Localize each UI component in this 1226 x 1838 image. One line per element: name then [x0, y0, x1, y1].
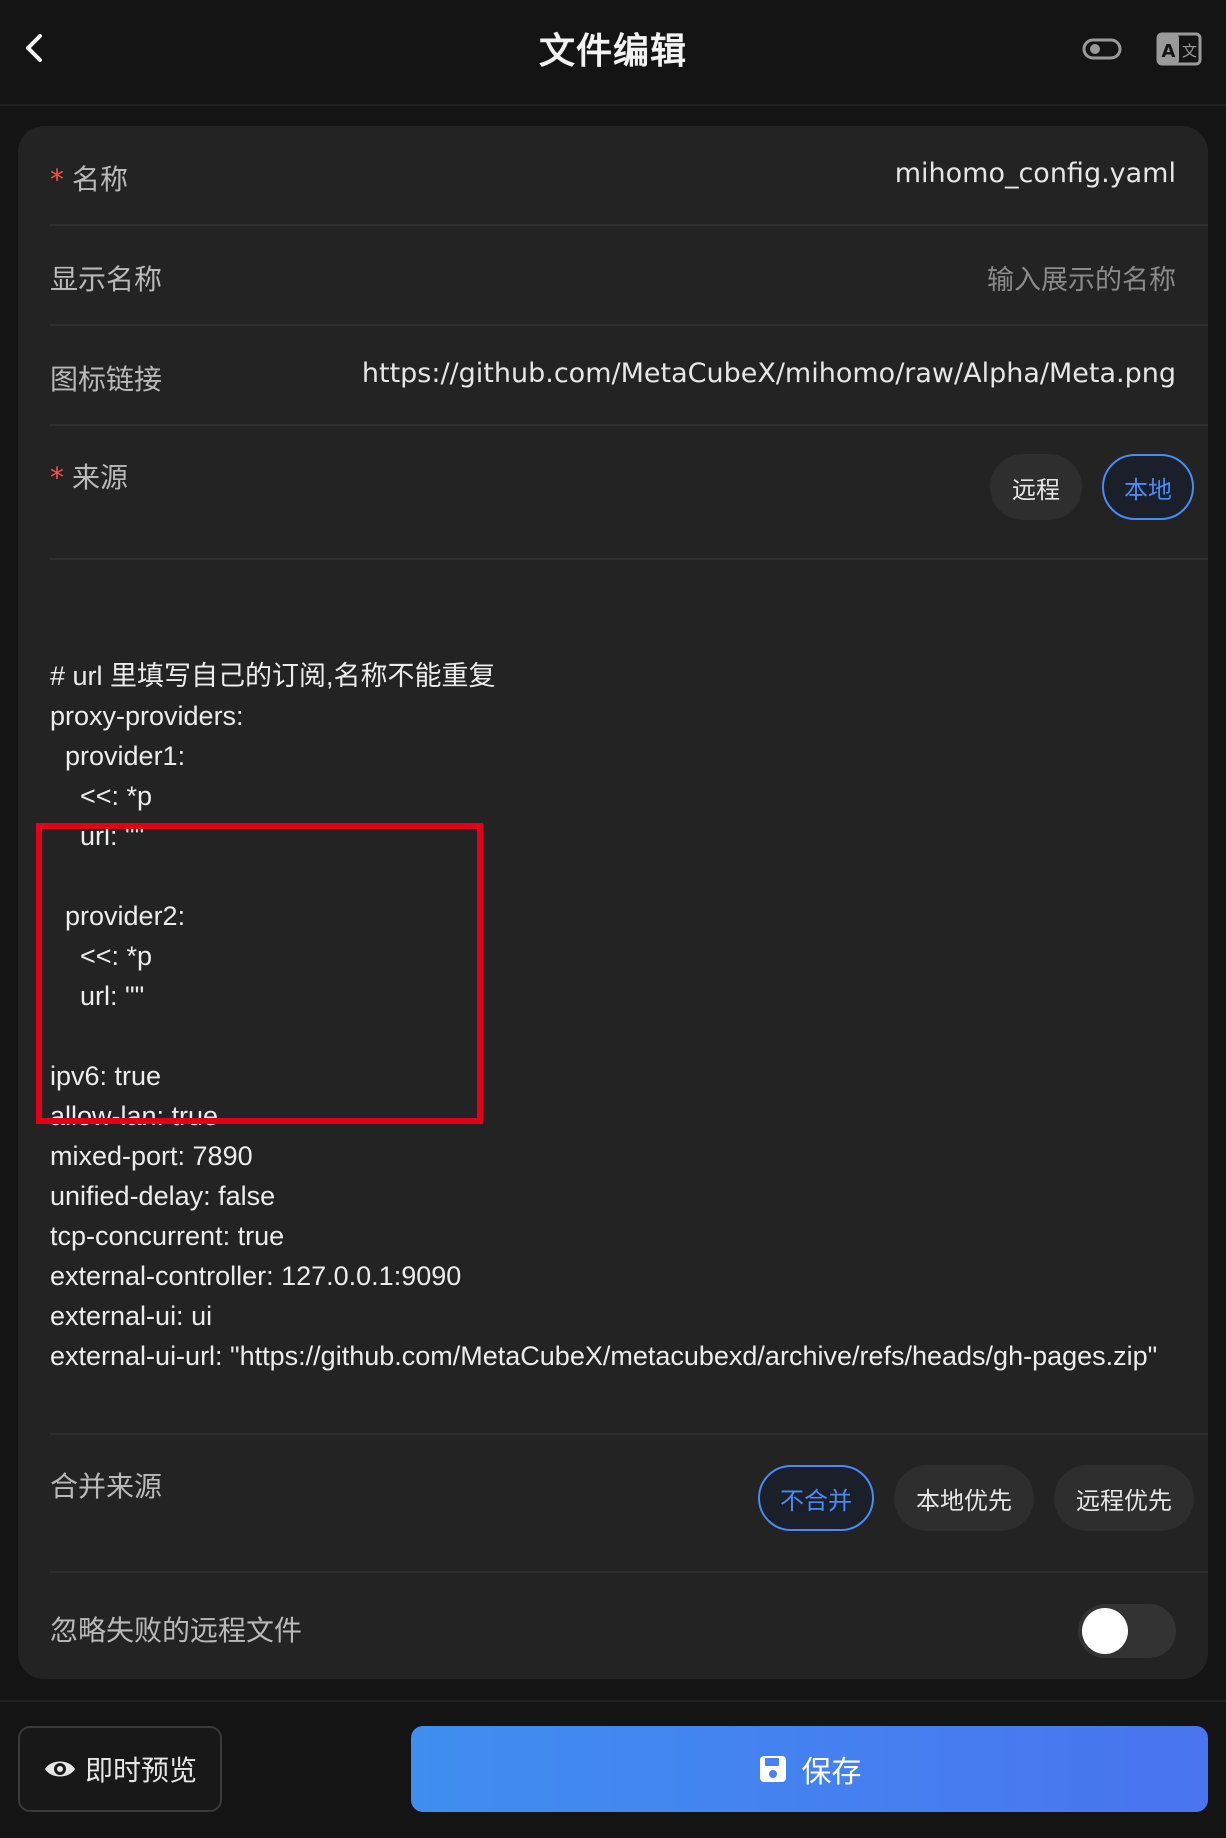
ignore-failed-toggle[interactable]	[1078, 1604, 1176, 1658]
code-line: provider2:	[50, 901, 186, 931]
ignore-failed-row: 忽略失败的远程文件	[50, 1569, 1208, 1679]
translate-icon[interactable]: A 文	[1156, 30, 1202, 68]
name-row: * 名称 mihomo_config.yaml	[50, 126, 1208, 226]
live-preview-button[interactable]: 即时预览	[18, 1726, 222, 1812]
merge-option-none[interactable]: 不合并	[758, 1465, 874, 1531]
source-label: * 来源	[50, 461, 129, 494]
live-preview-label: 即时预览	[84, 1754, 197, 1787]
config-editor[interactable]: # url 里填写自己的订阅,名称不能重复 proxy-providers: pr…	[50, 616, 1180, 1456]
top-bar: 文件编辑 A 文	[0, 0, 1226, 106]
code-line: provider1:	[50, 741, 186, 771]
code-line: mixed-port: 7890	[50, 1141, 253, 1171]
code-line: url: ""	[50, 981, 145, 1011]
source-option-local[interactable]: 本地	[1102, 454, 1194, 520]
toggle-knob	[1082, 1608, 1128, 1654]
svg-text:文: 文	[1182, 42, 1197, 60]
display-name-label: 显示名称	[50, 263, 163, 296]
display-name-field[interactable]: 输入展示的名称	[987, 258, 1176, 297]
icon-url-field[interactable]: https://github.com/MetaCubeX/mihomo/raw/…	[362, 358, 1176, 389]
code-line: <<: *p	[50, 941, 153, 971]
display-name-row: 显示名称 输入展示的名称	[50, 224, 1208, 326]
code-line: tcp-concurrent: true	[50, 1221, 285, 1251]
code-line: <<: *p	[50, 781, 153, 811]
code-line: external-ui: ui	[50, 1301, 213, 1331]
code-line: unified-delay: false	[50, 1181, 276, 1211]
code-line: external-controller: 127.0.0.1:9090	[50, 1261, 462, 1291]
merge-option-remote-first[interactable]: 远程优先	[1054, 1465, 1194, 1531]
code-line: ipv6: true	[50, 1061, 162, 1091]
code-line: # url 里填写自己的订阅,名称不能重复	[50, 661, 496, 691]
required-mark: *	[50, 461, 64, 494]
toggle-icon[interactable]	[1082, 34, 1122, 64]
eye-icon	[44, 1761, 75, 1777]
save-button[interactable]: 保存	[411, 1726, 1208, 1812]
name-field[interactable]: mihomo_config.yaml	[895, 158, 1176, 189]
code-line: url: ""	[50, 821, 145, 851]
icon-url-label: 图标链接	[50, 363, 163, 396]
icon-url-row: 图标链接 https://github.com/MetaCubeX/mihomo…	[50, 324, 1208, 426]
ignore-failed-label: 忽略失败的远程文件	[50, 1614, 303, 1647]
source-row: * 来源 远程 本地	[50, 424, 1208, 560]
form-card: * 名称 mihomo_config.yaml 显示名称 输入展示的名称 图标链接…	[18, 126, 1208, 1679]
code-line: proxy-providers:	[50, 701, 244, 731]
save-icon	[759, 1756, 786, 1782]
page-title: 文件编辑	[538, 31, 687, 72]
code-line: allow-lan: true	[50, 1101, 219, 1131]
name-label: * 名称	[50, 163, 129, 196]
save-label: 保存	[801, 1755, 862, 1790]
required-mark: *	[50, 163, 64, 196]
merge-source-row: 合并来源 不合并 本地优先 远程优先	[50, 1433, 1208, 1573]
svg-text:A: A	[1162, 41, 1176, 62]
source-option-remote[interactable]: 远程	[990, 454, 1082, 520]
merge-option-local-first[interactable]: 本地优先	[894, 1465, 1034, 1531]
merge-source-label: 合并来源	[50, 1470, 163, 1503]
bottom-bar: 即时预览 保存	[0, 1700, 1226, 1838]
code-line: external-ui-url: "https://github.com/Met…	[50, 1341, 1158, 1371]
